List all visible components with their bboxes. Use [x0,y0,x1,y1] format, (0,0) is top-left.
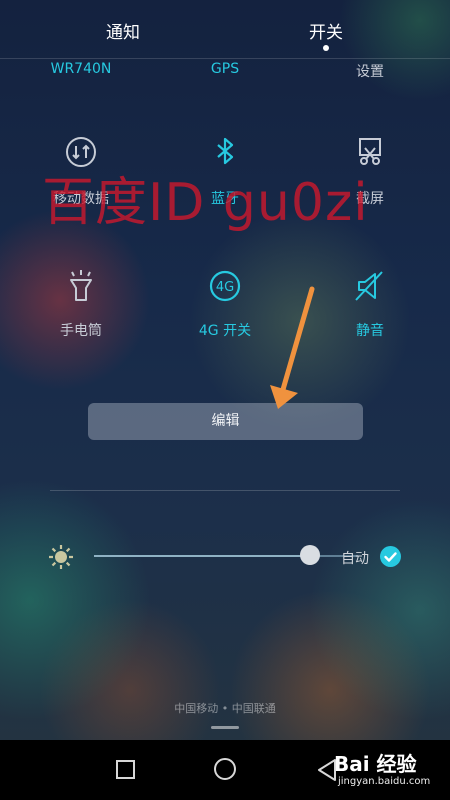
panel-drag-handle[interactable] [211,726,239,729]
annotation-arrow-icon [270,286,315,409]
svg-text:4G: 4G [216,280,234,295]
brightness-control: 自动 [46,540,406,574]
toggle-flashlight[interactable]: 手电筒 [21,268,141,368]
tabs-divider [0,58,450,59]
flashlight-icon [70,270,92,301]
active-tab-indicator [323,45,329,51]
recent-apps-button[interactable] [116,760,135,779]
watermark-text: 百度ID gu0zi [42,173,369,233]
brightness-slider-fill [94,555,311,557]
mute-icon [355,271,383,301]
baidu-jingyan-watermark: Bai 经验 jingyan.baidu.com [330,748,445,796]
carrier-text: 中国移动 • 中国联通 [174,702,276,715]
flashlight-label: 手电筒 [60,323,102,339]
brightness-icon [49,545,73,569]
brightness-divider [50,490,400,491]
auto-brightness-checkbox[interactable] [380,546,401,567]
baidu-url: jingyan.baidu.com [338,776,431,787]
baidu-logo: Bai 经验 [334,752,417,776]
tab-switches[interactable]: 开关 [309,18,343,43]
brightness-slider-thumb[interactable] [300,545,321,565]
panel-tabs: 通知 开关 [0,0,450,58]
wifi-toggle-label[interactable]: WR740N [21,61,141,77]
check-icon [384,552,397,562]
4g-icon: 4G [209,270,241,302]
gps-toggle-label[interactable]: GPS [165,61,285,77]
settings-toggle-label[interactable]: 设置 [310,61,430,81]
tab-notifications[interactable]: 通知 [106,18,140,43]
wallpaper-background [0,0,450,740]
home-button[interactable] [214,758,236,780]
auto-brightness-label: 自动 [341,551,369,567]
